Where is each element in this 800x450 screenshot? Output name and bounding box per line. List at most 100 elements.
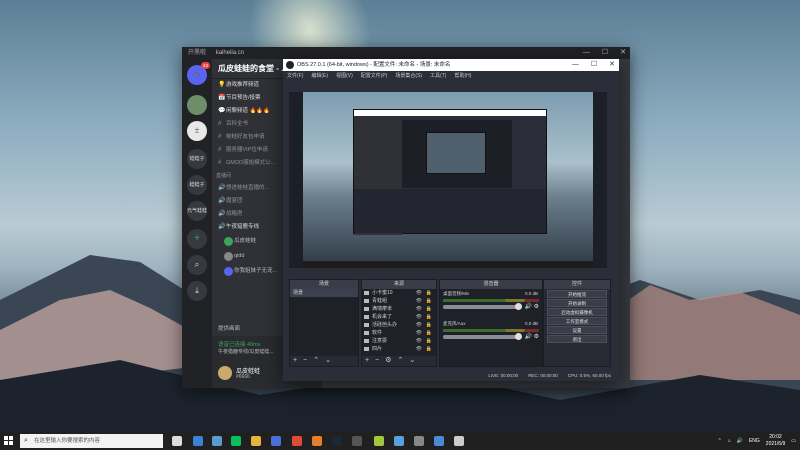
lock-icon[interactable]: 🔒	[426, 289, 432, 297]
menu-edit[interactable]: 编辑(E)	[311, 71, 328, 81]
eye-icon[interactable]: 👁	[416, 345, 422, 353]
folder-icon[interactable]	[251, 436, 261, 446]
server-icon[interactable]: 元气蛙蛙	[187, 201, 207, 221]
source-item[interactable]: 注意耍 👁 🔒	[362, 337, 436, 345]
lock-icon[interactable]: 🔒	[426, 345, 432, 353]
avatar[interactable]	[218, 366, 232, 380]
eye-icon[interactable]: 👁	[416, 313, 422, 321]
volume-slider[interactable]	[443, 333, 522, 340]
speaker-icon[interactable]: 🔊	[524, 304, 531, 310]
exit-button[interactable]: 退出	[547, 335, 607, 343]
tray-arrow-icon[interactable]: ⌃	[717, 438, 721, 444]
task-view-icon[interactable]	[172, 436, 182, 446]
source-item[interactable]: 青蛙组 👁 🔒	[362, 297, 436, 305]
server-icon[interactable]: 士	[187, 121, 207, 141]
settings-button[interactable]: 设置	[547, 326, 607, 334]
start-button[interactable]	[4, 436, 14, 446]
lock-icon[interactable]: 🔒	[426, 337, 432, 345]
move-up-icon[interactable]: ⌃	[313, 356, 319, 366]
gear-icon[interactable]: ⚙	[534, 334, 539, 340]
obs-logo-icon	[286, 61, 294, 69]
mixer-db: 0.0 dB	[524, 321, 538, 326]
virtual-camera-button[interactable]: 启动虚拟摄像机	[547, 308, 607, 316]
source-item[interactable]: 软件 👁 🔒	[362, 329, 436, 337]
eye-icon[interactable]: 👁	[416, 337, 422, 345]
scene-item[interactable]: 场景	[290, 289, 358, 297]
network-icon[interactable]: ⌂	[728, 438, 731, 444]
server-icon[interactable]	[187, 95, 207, 115]
minimize-button[interactable]: —	[583, 47, 590, 59]
add-icon[interactable]: +	[293, 356, 297, 366]
app-icon[interactable]	[454, 436, 464, 446]
app-icon[interactable]	[414, 436, 424, 446]
eye-icon[interactable]: 👁	[416, 329, 422, 337]
source-item[interactable]: 机会来了 👁 🔒	[362, 313, 436, 321]
move-up-icon[interactable]: ⌃	[397, 356, 403, 366]
source-item[interactable]: 满墙摩米 👁 🔒	[362, 305, 436, 313]
edge-icon[interactable]	[193, 436, 203, 446]
slider-knob[interactable]	[514, 303, 522, 310]
obs-taskbar-icon[interactable]	[352, 436, 362, 446]
scenes-list: 场景	[290, 289, 358, 356]
server-icon[interactable]: 蛙蛙子	[187, 149, 207, 169]
menu-profile[interactable]: 配置文件(P)	[361, 71, 388, 81]
home-button[interactable]: 🎮 43	[187, 62, 210, 85]
volume-slider[interactable]	[443, 303, 522, 310]
eye-icon[interactable]: 👁	[416, 305, 422, 313]
remove-icon[interactable]: −	[303, 356, 307, 366]
server-icon[interactable]: 蛙蛙子	[187, 175, 207, 195]
eye-icon[interactable]: 👁	[416, 297, 422, 305]
dock-title: 来源	[362, 280, 436, 289]
eye-icon[interactable]: 👁	[416, 289, 422, 297]
slider-knob[interactable]	[514, 333, 522, 340]
maximize-button[interactable]: ☐	[602, 47, 608, 59]
source-item[interactable]: 四片 👁 🔒	[362, 345, 436, 353]
add-icon[interactable]: +	[365, 356, 369, 366]
move-down-icon[interactable]: ⌄	[325, 356, 331, 366]
gear-icon[interactable]: ⚙	[534, 304, 539, 310]
taskbar-search-input[interactable]: ⌕ 在这里输入你要搜索的内容	[20, 434, 163, 448]
input-language[interactable]: ENG	[749, 438, 760, 444]
source-item[interactable]: 活硅芭头办 👁 🔒	[362, 321, 436, 329]
edge-icon[interactable]	[212, 436, 222, 446]
clock[interactable]: 20:02 2021/6/9	[766, 434, 785, 448]
lock-icon[interactable]: 🔒	[426, 329, 432, 337]
notification-icon[interactable]: ▭	[791, 438, 796, 444]
menu-help[interactable]: 帮助(H)	[454, 71, 471, 81]
obs-preview-canvas[interactable]	[289, 92, 607, 268]
download-button[interactable]: ⤓	[187, 281, 207, 301]
maximize-button[interactable]: ☐	[591, 59, 597, 71]
kaiheila-icon[interactable]	[394, 436, 404, 446]
add-server-button[interactable]: +	[187, 229, 207, 249]
app-icon[interactable]	[434, 436, 444, 446]
lock-icon[interactable]: 🔒	[426, 321, 432, 329]
move-down-icon[interactable]: ⌄	[409, 356, 415, 366]
menu-scene-collection[interactable]: 场景集合(S)	[395, 71, 422, 81]
steam-icon[interactable]	[332, 436, 342, 446]
lock-icon[interactable]: 🔒	[426, 305, 432, 313]
speaker-icon[interactable]: 🔊	[524, 334, 531, 340]
close-button[interactable]: ✕	[609, 59, 615, 71]
menu-view[interactable]: 视图(V)	[336, 71, 353, 81]
eye-icon[interactable]: 👁	[416, 321, 422, 329]
start-streaming-button[interactable]: 开始推流	[547, 290, 607, 298]
remove-icon[interactable]: −	[375, 356, 379, 366]
app-icon[interactable]	[312, 436, 322, 446]
gear-icon[interactable]: ⚙	[385, 356, 391, 366]
volume-icon[interactable]: 🔊	[737, 438, 743, 444]
chrome-icon[interactable]	[292, 436, 302, 446]
source-item[interactable]: 小卡蜜10 👁 🔒	[362, 289, 436, 297]
mixer-list: 桌面音频/Mix 0.0 dB 🔊 ⚙ 麦克风/Aux 0.0 dB 🔊 ⚙	[440, 289, 542, 366]
close-button[interactable]: ✕	[620, 47, 626, 59]
minimize-button[interactable]: —	[572, 59, 579, 71]
menu-file[interactable]: 文件(F)	[287, 71, 303, 81]
explore-button[interactable]: ⌕	[187, 255, 207, 275]
wechat-icon[interactable]	[231, 436, 241, 446]
app-icon[interactable]	[374, 436, 384, 446]
lock-icon[interactable]: 🔒	[426, 297, 432, 305]
start-recording-button[interactable]: 开始录制	[547, 299, 607, 307]
studio-mode-button[interactable]: 工作室模式	[547, 317, 607, 325]
menu-tools[interactable]: 工具(T)	[430, 71, 446, 81]
lock-icon[interactable]: 🔒	[426, 313, 432, 321]
app-icon[interactable]	[271, 436, 281, 446]
